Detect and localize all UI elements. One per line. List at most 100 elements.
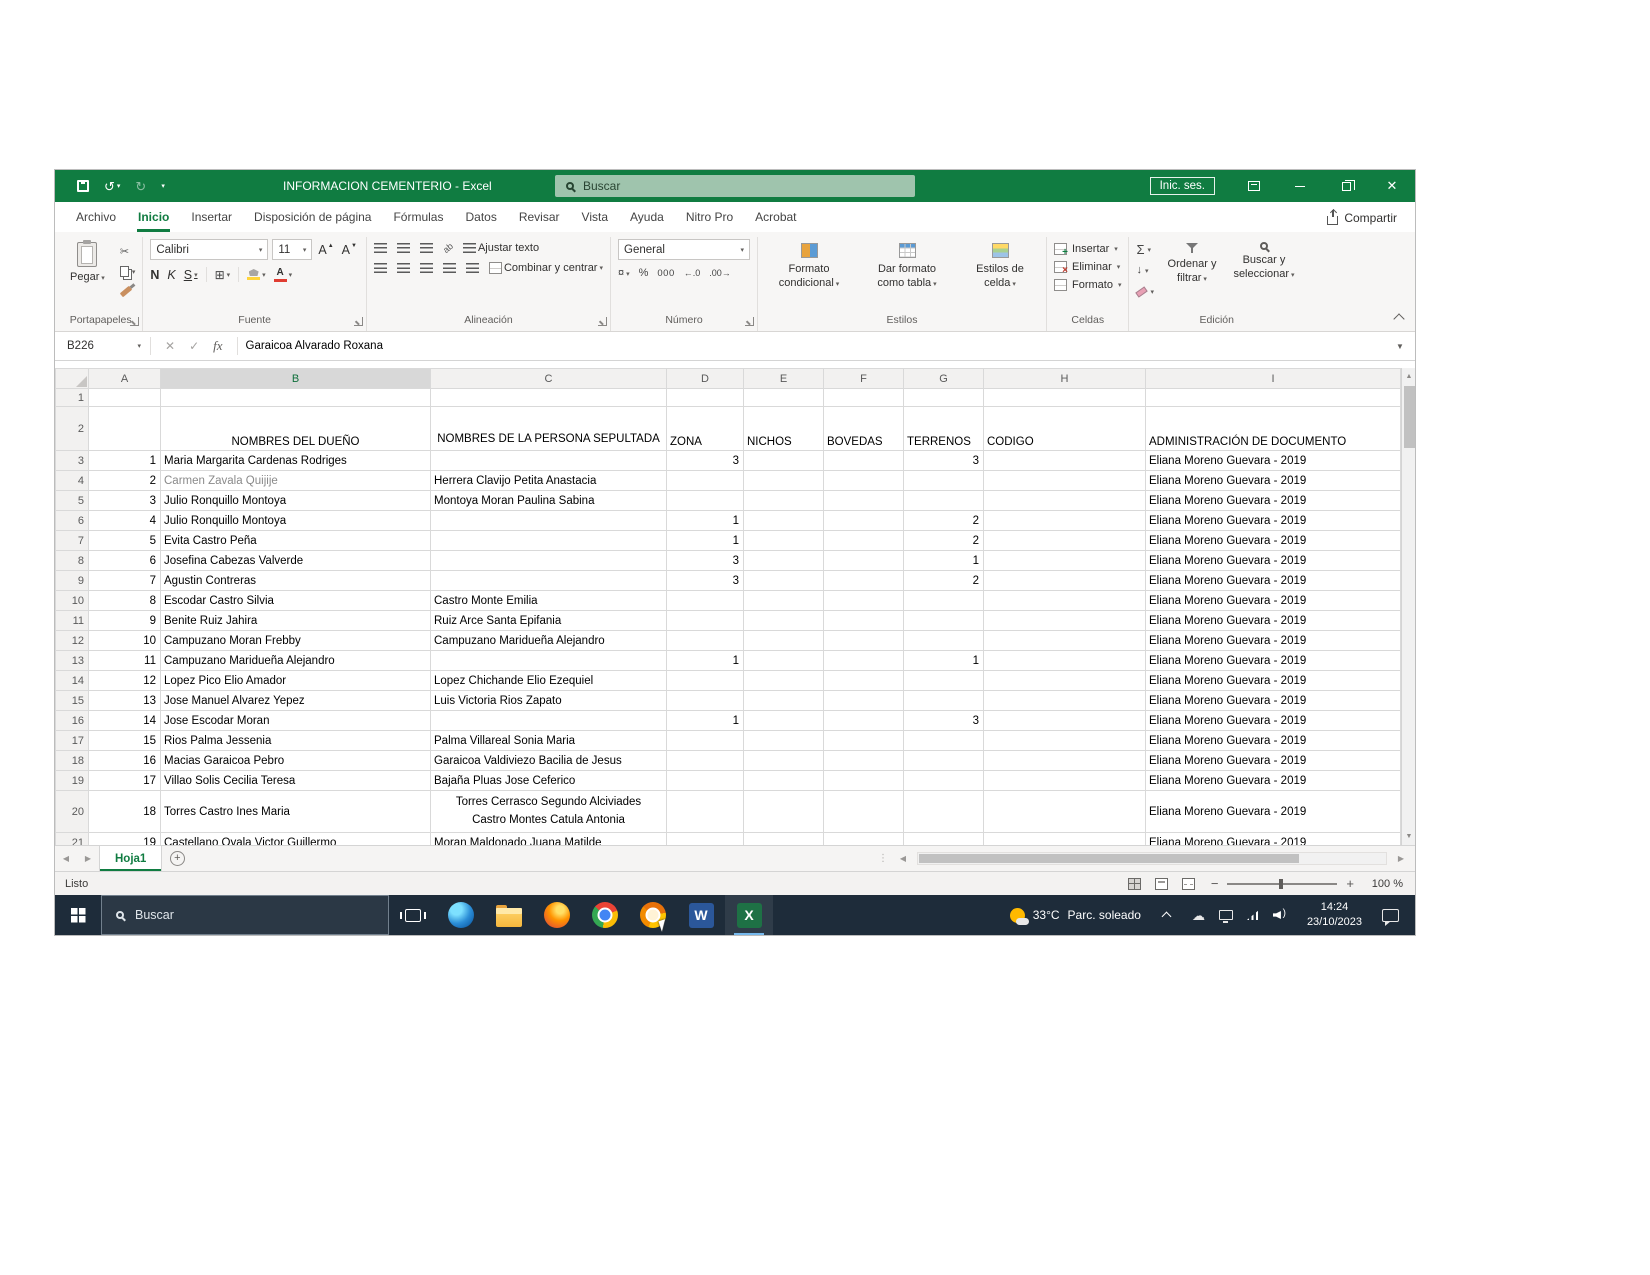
cell-H19[interactable] (984, 771, 1146, 791)
cell-D12[interactable] (667, 631, 744, 651)
cell-E12[interactable] (744, 631, 824, 651)
cell-C21[interactable]: Moran Maldonado Juana Matilde (431, 833, 667, 846)
cell-B10[interactable]: Escodar Castro Silvia (161, 591, 431, 611)
page-break-view-icon[interactable] (1182, 878, 1195, 890)
taskbar-search-box[interactable] (101, 895, 389, 935)
horizontal-scroll-thumb[interactable] (919, 854, 1299, 863)
borders-button[interactable]: ⊞ (215, 269, 231, 281)
cell-I10[interactable]: Eliana Moreno Guevara - 2019 (1146, 591, 1401, 611)
cell-I3[interactable]: Eliana Moreno Guevara - 2019 (1146, 451, 1401, 471)
cell-D10[interactable] (667, 591, 744, 611)
cell-E9[interactable] (744, 571, 824, 591)
cell-H2[interactable]: CODIGO (984, 407, 1146, 451)
task-view-button[interactable] (389, 895, 437, 935)
cell-C12[interactable]: Campuzano Maridueña Alejandro (431, 631, 667, 651)
cell-F7[interactable] (824, 531, 904, 551)
cell-G15[interactable] (904, 691, 984, 711)
cell-D20[interactable] (667, 791, 744, 833)
scroll-left-icon[interactable]: ◀ (892, 854, 914, 863)
cell-B9[interactable]: Agustin Contreras (161, 571, 431, 591)
cell-D14[interactable] (667, 671, 744, 691)
dialog-launcher-icon[interactable] (130, 317, 139, 326)
underline-button[interactable]: S (184, 268, 198, 282)
cell-G4[interactable] (904, 471, 984, 491)
cell-F17[interactable] (824, 731, 904, 751)
cell-C7[interactable] (431, 531, 667, 551)
cell-C5[interactable]: Montoya Moran Paulina Sabina (431, 491, 667, 511)
row-header-9[interactable]: 9 (56, 571, 89, 591)
volume-icon[interactable] (1273, 910, 1287, 920)
cell-I5[interactable]: Eliana Moreno Guevara - 2019 (1146, 491, 1401, 511)
cell-F6[interactable] (824, 511, 904, 531)
bold-button[interactable]: N (150, 268, 159, 282)
fill-button[interactable]: ↓ (1136, 263, 1154, 278)
undo-button[interactable]: ↺▾ (104, 180, 120, 193)
cell-E13[interactable] (744, 651, 824, 671)
cell-I2[interactable]: ADMINISTRACIÓN DE DOCUMENTO (1146, 407, 1401, 451)
cell-F21[interactable] (824, 833, 904, 846)
save-icon[interactable] (77, 180, 89, 192)
italic-button[interactable]: K (167, 268, 175, 282)
expand-formula-bar-icon[interactable]: ▼ (1385, 332, 1415, 360)
cell-C13[interactable] (431, 651, 667, 671)
cell-H14[interactable] (984, 671, 1146, 691)
cell-A18[interactable]: 16 (89, 751, 161, 771)
cell-D18[interactable] (667, 751, 744, 771)
cell-F11[interactable] (824, 611, 904, 631)
cell-E16[interactable] (744, 711, 824, 731)
cell-G12[interactable] (904, 631, 984, 651)
column-header-D[interactable]: D (667, 369, 744, 389)
formula-input[interactable]: Garaicoa Alvarado Roxana (238, 332, 1385, 360)
cell-I20[interactable]: Eliana Moreno Guevara - 2019 (1146, 791, 1401, 833)
fill-color-button[interactable] (247, 269, 266, 280)
cell-B3[interactable]: Maria Margarita Cardenas Rodriges (161, 451, 431, 471)
align-right-icon[interactable] (420, 263, 433, 273)
cell-B13[interactable]: Campuzano Maridueña Alejandro (161, 651, 431, 671)
cell-F3[interactable] (824, 451, 904, 471)
action-center-icon[interactable] (1382, 909, 1399, 922)
cell-E7[interactable] (744, 531, 824, 551)
decrease-indent-icon[interactable] (443, 263, 456, 273)
scroll-right-icon[interactable]: ▶ (1390, 854, 1412, 863)
cell-E20[interactable] (744, 791, 824, 833)
cell-B7[interactable]: Evita Castro Peña (161, 531, 431, 551)
close-button[interactable]: ✕ (1369, 170, 1415, 202)
align-center-icon[interactable] (397, 263, 410, 273)
cell-E5[interactable] (744, 491, 824, 511)
cell-E6[interactable] (744, 511, 824, 531)
insert-cells-button[interactable]: Insertar (1054, 243, 1121, 255)
zoom-out-icon[interactable]: − (1211, 876, 1219, 891)
cell-H10[interactable] (984, 591, 1146, 611)
cell-D13[interactable]: 1 (667, 651, 744, 671)
menu-tab-archivo[interactable]: Archivo (65, 203, 127, 232)
cell-A11[interactable]: 9 (89, 611, 161, 631)
cell-D5[interactable] (667, 491, 744, 511)
column-header-I[interactable]: I (1146, 369, 1401, 389)
row-header-14[interactable]: 14 (56, 671, 89, 691)
cell-E19[interactable] (744, 771, 824, 791)
cell-B1[interactable] (161, 389, 431, 407)
cell-C14[interactable]: Lopez Chichande Elio Ezequiel (431, 671, 667, 691)
menu-tab-inicio[interactable]: Inicio (127, 203, 180, 232)
decrease-decimal-button[interactable]: .00→ (709, 268, 731, 278)
taskbar-search-input[interactable] (135, 908, 335, 922)
column-header-E[interactable]: E (744, 369, 824, 389)
cell-A17[interactable]: 15 (89, 731, 161, 751)
cell-styles-button[interactable]: Estilos de celda (961, 239, 1039, 291)
paste-button[interactable]: Pegar (66, 239, 113, 283)
cell-A10[interactable]: 8 (89, 591, 161, 611)
decrease-font-button[interactable]: A▼ (340, 243, 359, 257)
cell-H11[interactable] (984, 611, 1146, 631)
cell-D17[interactable] (667, 731, 744, 751)
row-header-6[interactable]: 6 (56, 511, 89, 531)
cell-F14[interactable] (824, 671, 904, 691)
new-sheet-button[interactable]: + (162, 846, 192, 871)
cell-D19[interactable] (667, 771, 744, 791)
cell-I21[interactable]: Eliana Moreno Guevara - 2019 (1146, 833, 1401, 846)
cut-button[interactable]: ✂ (120, 244, 136, 259)
cell-G14[interactable] (904, 671, 984, 691)
cell-E2[interactable]: NICHOS (744, 407, 824, 451)
cell-D11[interactable] (667, 611, 744, 631)
cell-D1[interactable] (667, 389, 744, 407)
column-header-B[interactable]: B (161, 369, 431, 389)
